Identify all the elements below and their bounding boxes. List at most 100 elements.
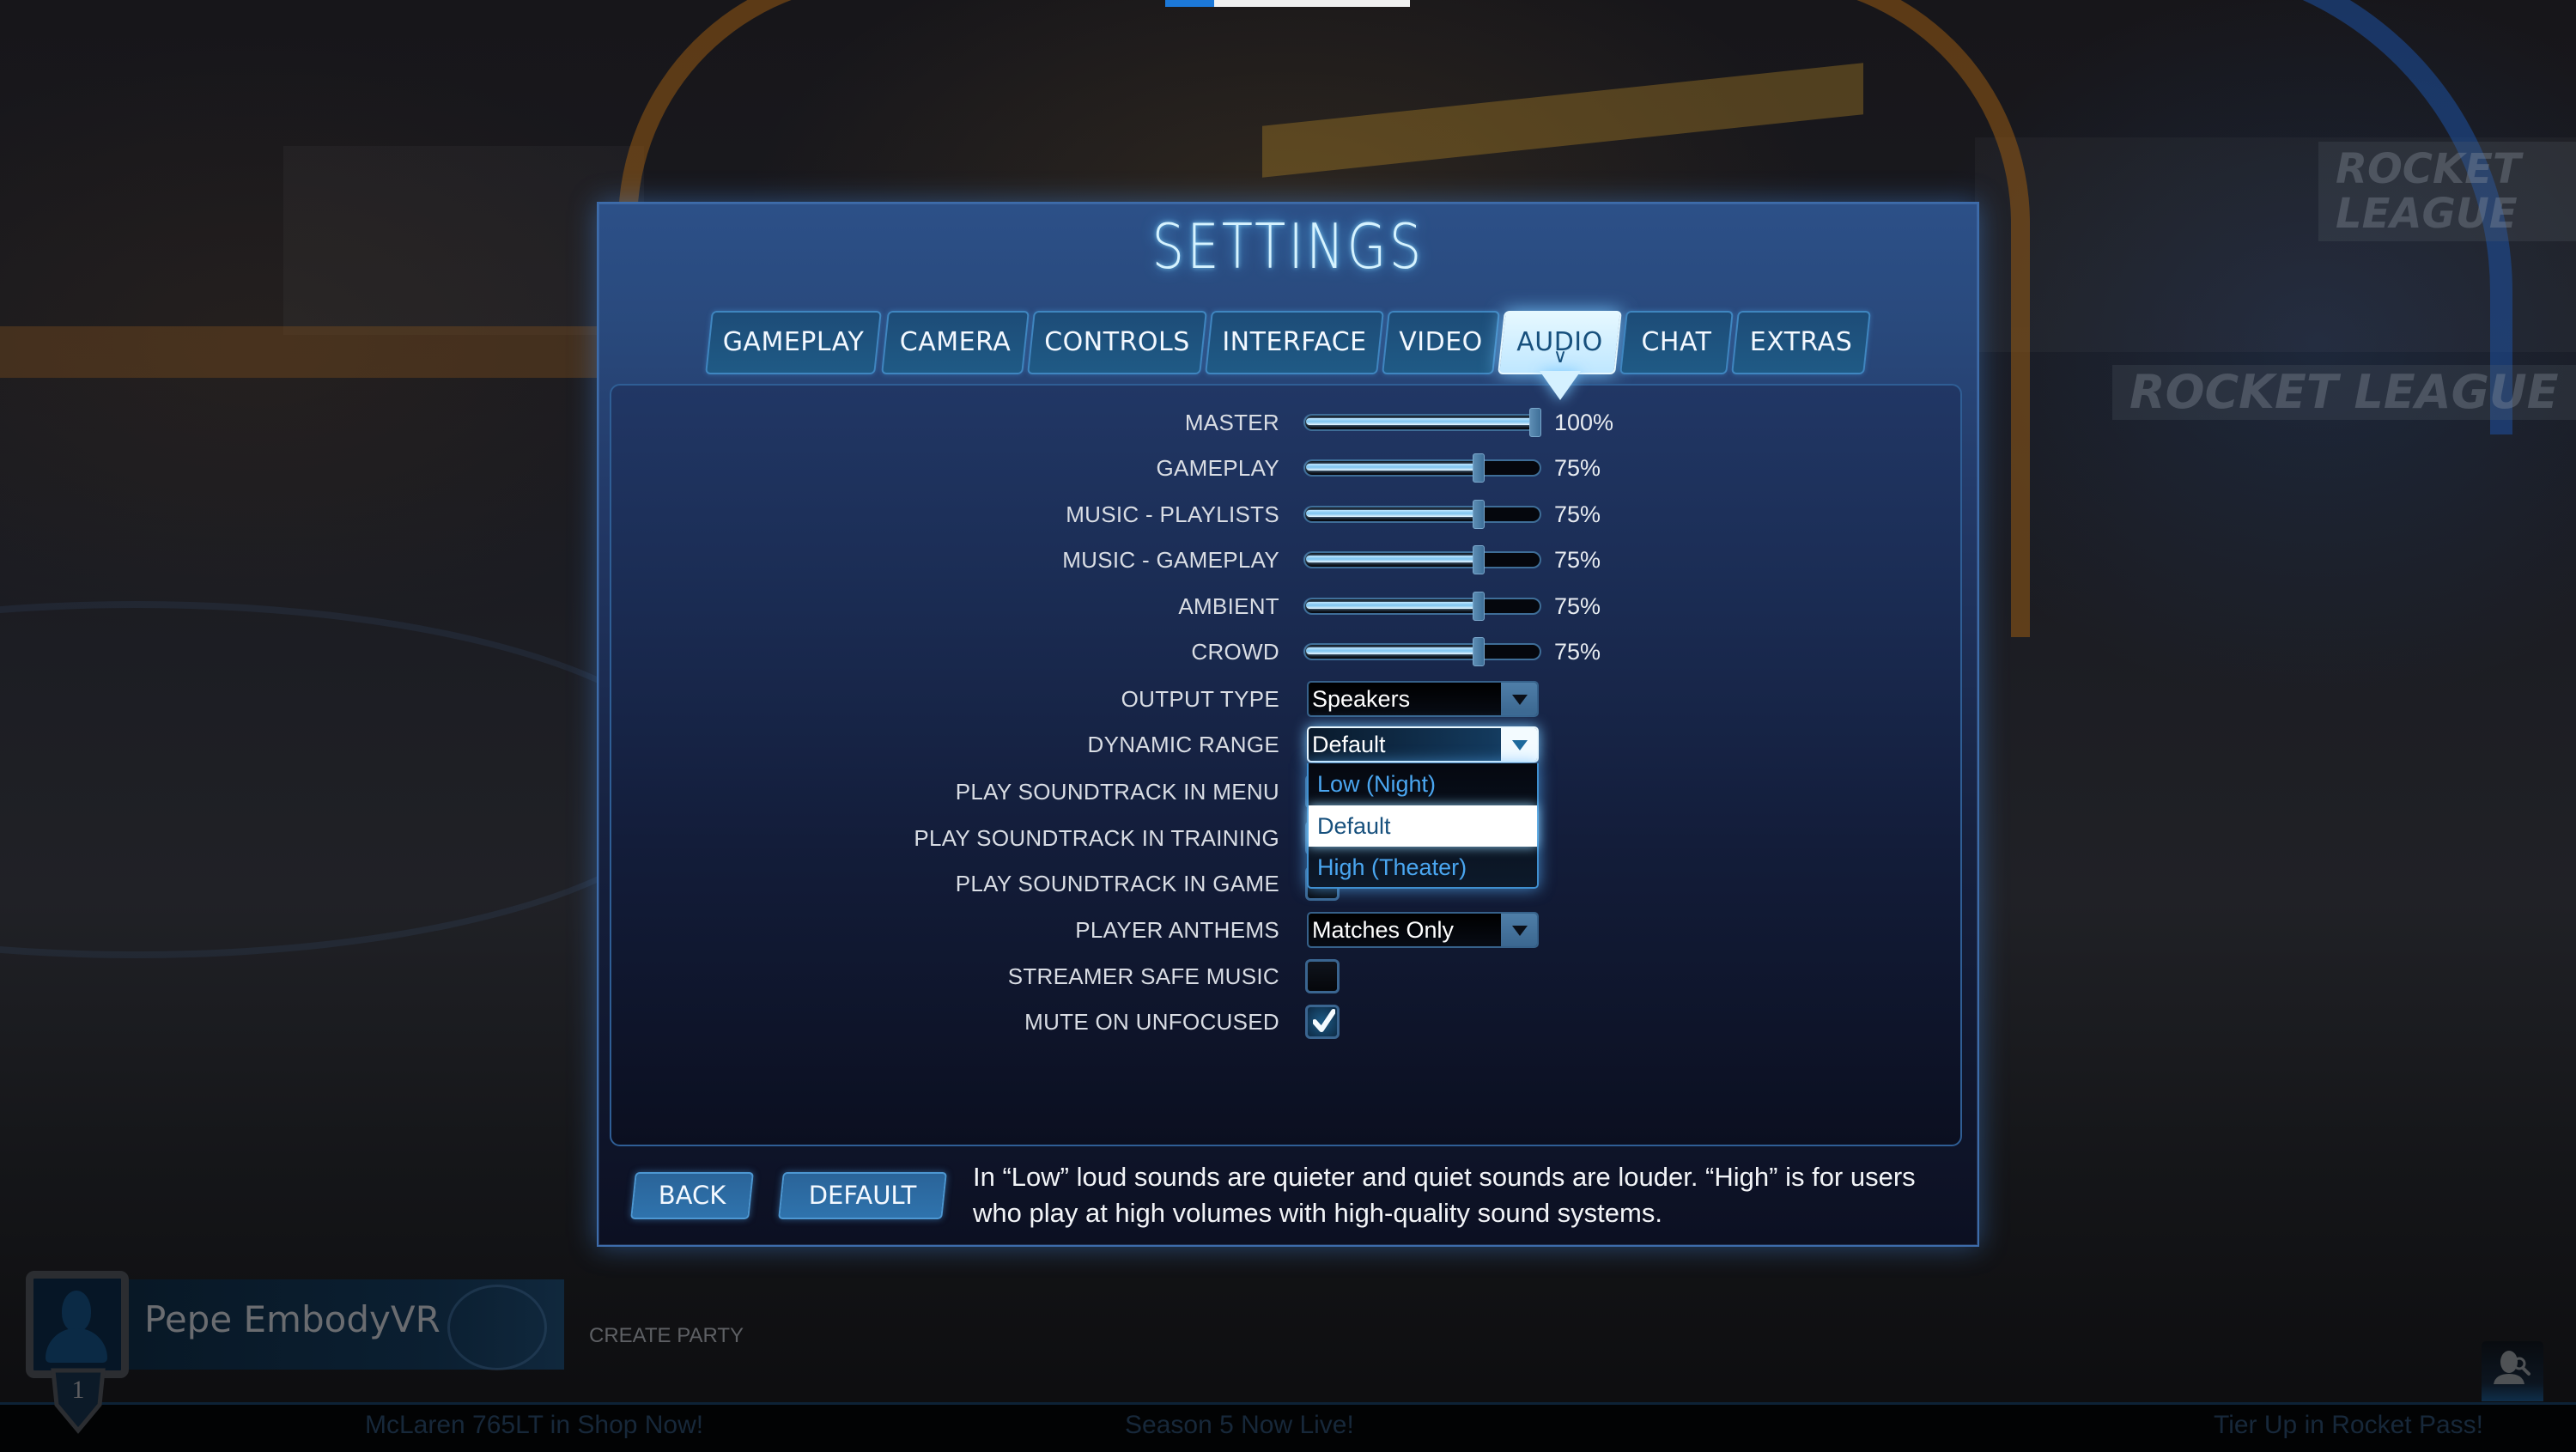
tab-label: CAMERA <box>899 327 1012 357</box>
setting-row-music-playlists: MUSIC - PLAYLISTS 75% <box>0 491 2576 538</box>
music-playlists-volume-slider[interactable] <box>1303 500 1541 529</box>
ticker-item[interactable]: McLaren 765LT in Shop Now! <box>365 1408 703 1443</box>
tab-label: VIDEO <box>1399 327 1483 357</box>
tab-chat[interactable]: CHAT <box>1619 311 1734 374</box>
slider-thumb[interactable] <box>1529 408 1541 437</box>
slider-thumb[interactable] <box>1473 500 1485 529</box>
crowd-volume-slider[interactable] <box>1303 637 1541 666</box>
slider-fill <box>1306 418 1535 425</box>
slider-thumb[interactable] <box>1473 592 1485 621</box>
setting-row-mute-on-unfocused: MUTE ON UNFOCUSED <box>0 999 2576 1045</box>
gameplay-volume-slider[interactable] <box>1303 453 1541 483</box>
streamer-safe-music-checkbox[interactable] <box>1305 959 1340 993</box>
setting-label: OUTPUT TYPE <box>1121 686 1279 712</box>
slider-value: 75% <box>1554 639 1601 665</box>
banner-decoration <box>447 1285 547 1370</box>
setting-label: PLAYER ANTHEMS <box>1075 917 1279 943</box>
slider-thumb[interactable] <box>1473 545 1485 574</box>
setting-row-gameplay: GAMEPLAY 75% <box>0 445 2576 491</box>
button-label: BACK <box>658 1181 726 1210</box>
slider-value: 75% <box>1554 593 1601 619</box>
slider-value: 100% <box>1554 410 1614 435</box>
active-tab-pointer <box>1540 371 1581 400</box>
dynamic-range-select[interactable]: Default <box>1307 726 1539 762</box>
setting-row-player-anthems: PLAYER ANTHEMS Matches Only <box>0 907 2576 953</box>
slider-value: 75% <box>1554 501 1601 527</box>
slider-fill <box>1306 647 1479 654</box>
friends-button[interactable] <box>2482 1341 2543 1401</box>
ticker-item[interactable]: Season 5 Now Live! <box>1125 1408 1354 1443</box>
tab-camera[interactable]: CAMERA <box>881 311 1030 374</box>
tab-label: GAMEPLAY <box>722 327 865 357</box>
setting-label: PLAY SOUNDTRACK IN GAME <box>955 871 1279 896</box>
setting-row-music-gameplay: MUSIC - GAMEPLAY 75% <box>0 537 2576 583</box>
select-arrow-button[interactable] <box>1501 728 1537 761</box>
ambient-volume-slider[interactable] <box>1303 592 1541 621</box>
avatar-silhouette-body <box>46 1328 107 1363</box>
create-party-button[interactable]: CREATE PARTY <box>589 1324 744 1348</box>
setting-row-streamer-safe-music: STREAMER SAFE MUSIC <box>0 953 2576 999</box>
dropdown-option-low[interactable]: Low (Night) <box>1309 763 1537 805</box>
tab-video[interactable]: VIDEO <box>1382 311 1500 374</box>
output-type-select[interactable]: Speakers <box>1307 681 1539 717</box>
setting-label: MUSIC - PLAYLISTS <box>1066 501 1279 527</box>
caret-down-icon <box>1512 926 1528 936</box>
checkmark-icon <box>1313 1009 1335 1032</box>
music-gameplay-volume-slider[interactable] <box>1303 545 1541 574</box>
dropdown-option-default[interactable]: Default <box>1309 805 1537 847</box>
ticker-item[interactable]: Tier Up in Rocket Pass! <box>2214 1408 2483 1443</box>
tab-extras[interactable]: EXTRAS <box>1731 311 1871 374</box>
button-label: DEFAULT <box>808 1181 917 1210</box>
caret-down-icon <box>1512 740 1528 750</box>
select-arrow-button[interactable] <box>1501 683 1537 715</box>
dropdown-option-high[interactable]: High (Theater) <box>1309 847 1537 888</box>
dynamic-range-dropdown-list: Low (Night) Default High (Theater) <box>1307 763 1539 889</box>
setting-label: MUSIC - GAMEPLAY <box>1062 547 1279 573</box>
select-value: Matches Only <box>1312 917 1455 943</box>
select-arrow-button[interactable] <box>1501 914 1537 946</box>
caret-down-icon <box>1512 695 1528 705</box>
back-button[interactable]: BACK <box>630 1172 754 1219</box>
player-avatar[interactable] <box>26 1271 129 1378</box>
setting-row-soundtrack-game: PLAY SOUNDTRACK IN GAME <box>0 860 2576 907</box>
setting-row-soundtrack-menu: PLAY SOUNDTRACK IN MENU <box>0 769 2576 815</box>
setting-label: AMBIENT <box>1178 593 1279 619</box>
mute-on-unfocused-checkbox[interactable] <box>1305 1005 1340 1039</box>
tab-label: EXTRAS <box>1749 327 1853 357</box>
slider-value: 75% <box>1554 547 1601 573</box>
settings-tabs: GAMEPLAY CAMERA CONTROLS INTERFACE VIDEO… <box>0 311 2576 374</box>
setting-label: PLAY SOUNDTRACK IN MENU <box>955 779 1279 805</box>
setting-row-output-type: OUTPUT TYPE Speakers <box>0 676 2576 722</box>
setting-row-crowd: CROWD 75% <box>0 629 2576 675</box>
master-volume-slider[interactable] <box>1303 408 1541 437</box>
default-button[interactable]: DEFAULT <box>778 1172 947 1219</box>
setting-row-ambient: AMBIENT 75% <box>0 583 2576 629</box>
player-anthems-select[interactable]: Matches Only <box>1307 912 1539 948</box>
tab-interface[interactable]: INTERFACE <box>1205 311 1384 374</box>
player-level: 1 <box>71 1376 85 1404</box>
slider-thumb[interactable] <box>1473 453 1485 483</box>
slider-fill <box>1306 464 1479 471</box>
player-name: Pepe EmbodyVR <box>144 1298 440 1340</box>
setting-row-master: MASTER 100% <box>0 399 2576 446</box>
tab-gameplay[interactable]: GAMEPLAY <box>705 311 882 374</box>
setting-label: STREAMER SAFE MUSIC <box>1007 963 1279 989</box>
loading-progress-bar <box>1165 0 1410 7</box>
setting-row-soundtrack-training: PLAY SOUNDTRACK IN TRAINING <box>0 815 2576 861</box>
select-value: Default <box>1312 732 1386 757</box>
select-value: Speakers <box>1312 686 1411 712</box>
setting-description: In “Low” loud sounds are quieter and qui… <box>973 1162 1916 1228</box>
slider-thumb[interactable] <box>1473 637 1485 666</box>
settings-title: SETTINGS <box>1151 210 1425 283</box>
loading-progress-fill <box>1165 0 1214 7</box>
setting-label: DYNAMIC RANGE <box>1087 732 1279 757</box>
tab-label: CONTROLS <box>1044 327 1190 357</box>
rocket-league-banner: ROCKET LEAGUE <box>2318 142 2576 241</box>
slider-fill <box>1306 510 1479 517</box>
setting-label: GAMEPLAY <box>1156 455 1279 481</box>
setting-label: MASTER <box>1184 410 1279 435</box>
setting-label: PLAY SOUNDTRACK IN TRAINING <box>914 825 1279 851</box>
avatar-silhouette-icon <box>62 1291 91 1332</box>
slider-fill <box>1306 602 1479 609</box>
tab-controls[interactable]: CONTROLS <box>1027 311 1207 374</box>
